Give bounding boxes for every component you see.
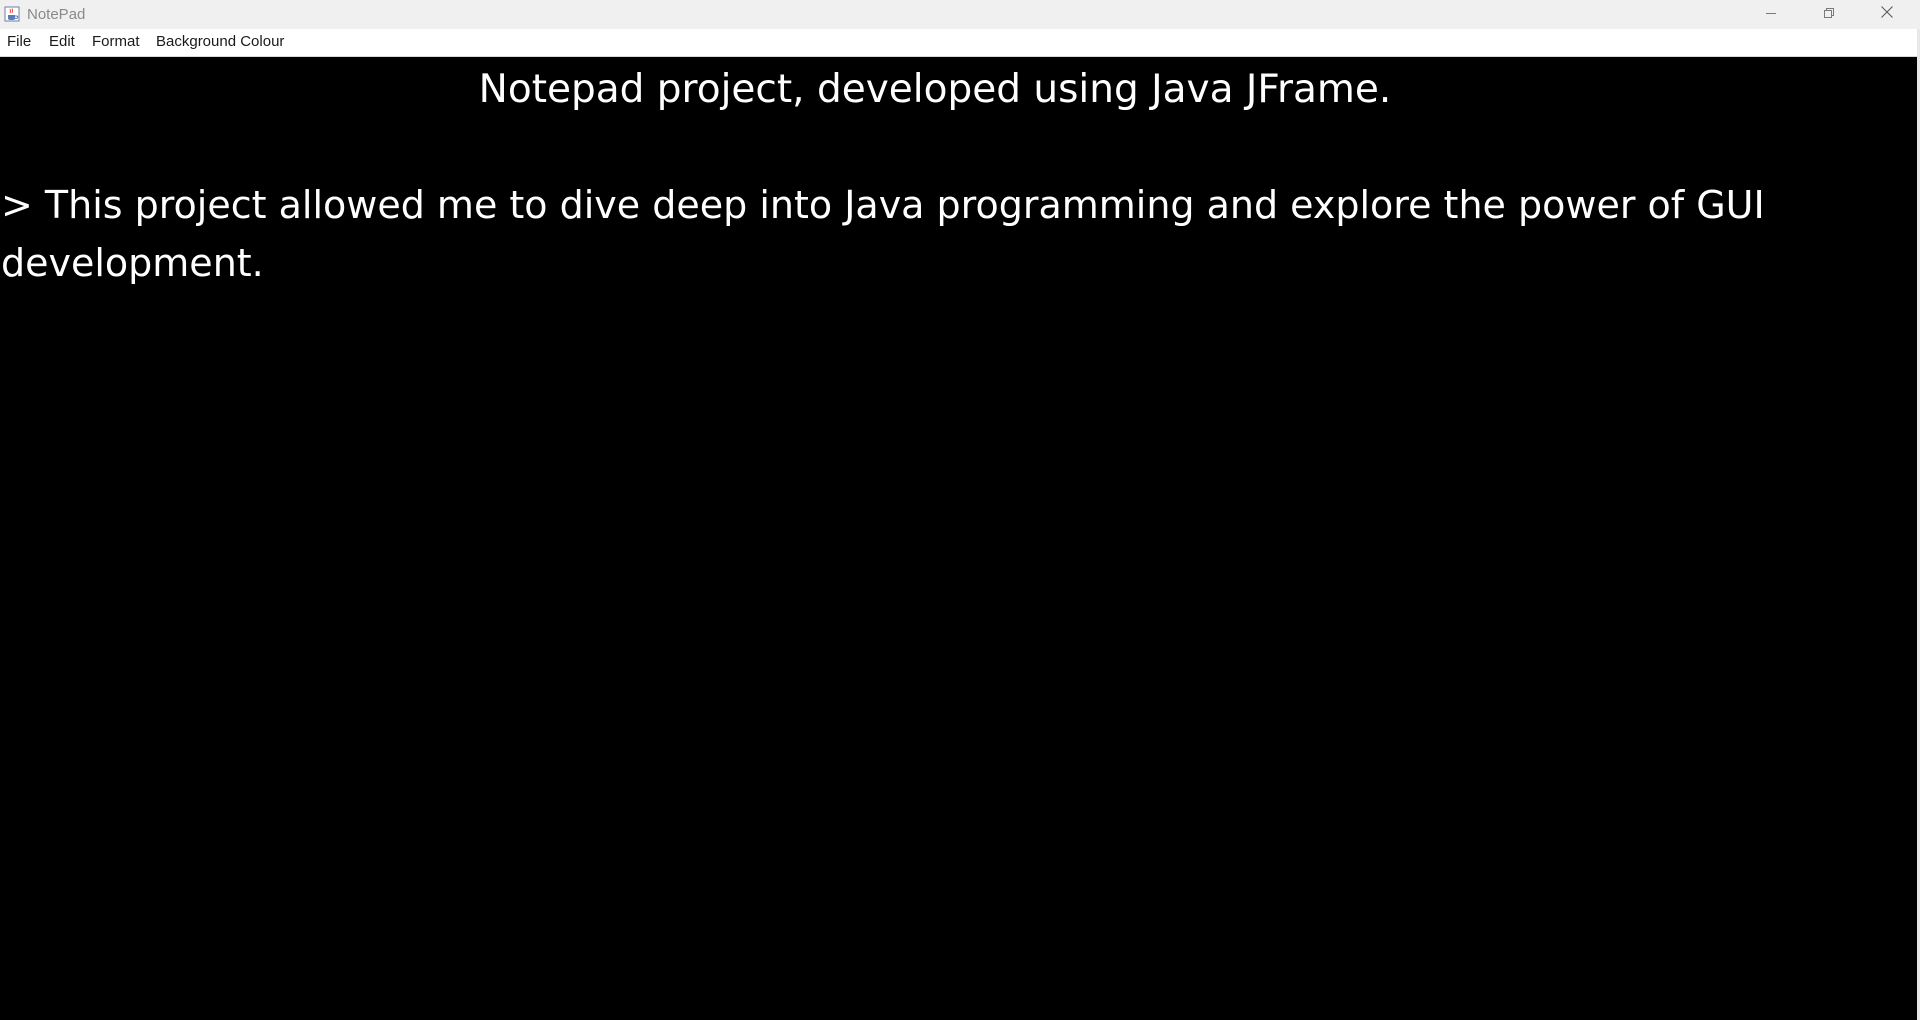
window-title: NotePad (27, 6, 86, 23)
title-bar[interactable]: NotePad (0, 0, 1920, 29)
minimize-icon (1765, 6, 1777, 24)
restore-icon (1823, 6, 1835, 24)
menu-edit[interactable]: Edit (47, 29, 77, 56)
menu-file[interactable]: File (5, 29, 33, 56)
menu-format[interactable]: Format (90, 29, 142, 56)
java-cup-icon (4, 6, 20, 22)
editor-paragraph-text: > This project allowed me to dive deep i… (1, 183, 1765, 285)
notepad-window: NotePad File Edit Format Background Colo… (0, 0, 1920, 1020)
menu-background-colour[interactable]: Background Colour (154, 29, 286, 56)
maximize-button[interactable] (1800, 0, 1858, 29)
editor-text-area[interactable]: Notepad project, developed using Java JF… (0, 57, 1917, 1020)
close-icon (1880, 5, 1894, 24)
menu-bar: File Edit Format Background Colour (0, 29, 1917, 57)
editor-heading-text: Notepad project, developed using Java JF… (478, 67, 1392, 112)
minimize-button[interactable] (1742, 0, 1800, 29)
close-button[interactable] (1858, 0, 1916, 29)
